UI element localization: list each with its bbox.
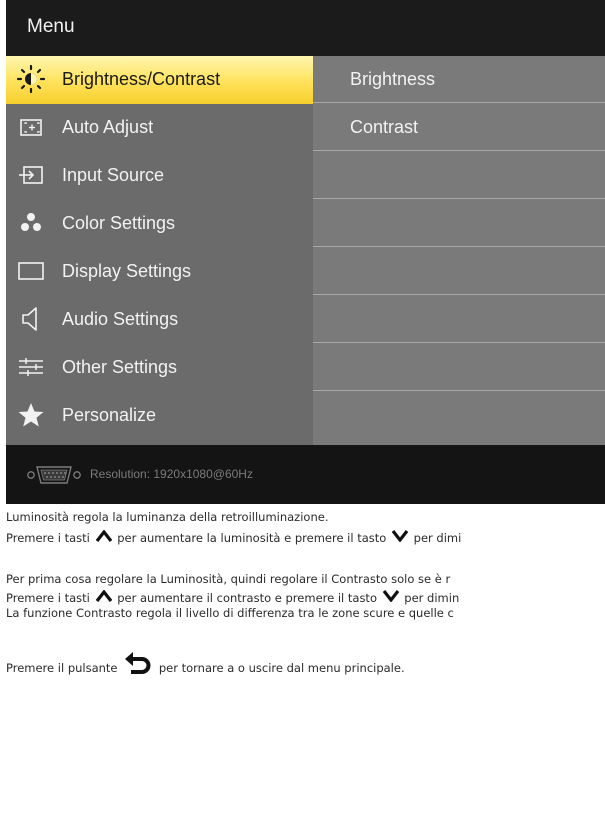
menu-item-audio-settings[interactable]: Audio Settings [6,296,313,344]
doc-line-back-button: Premere il pulsante per tornare a o usci… [6,650,405,675]
doc-text: Premere il pulsante [6,661,118,675]
doc-text: per aumentare la luminosità e [117,531,292,545]
doc-text: per dimin [404,591,460,605]
menu-label: Personalize [62,405,157,425]
arrow-up-icon [95,530,112,542]
personalize-icon [18,403,44,427]
osd-submenu: Brightness Contrast [313,56,605,445]
other-settings-icon [19,358,43,376]
audio-settings-icon [22,307,37,331]
doc-text: Premere i tasti [6,591,90,605]
submenu-item-contrast[interactable]: Contrast [313,104,605,151]
menu-label: Other Settings [62,357,178,377]
menu-label: Auto Adjust [62,117,154,137]
submenu-row-empty [313,152,605,199]
doc-line-brightness-keys: Premere i tasti per aumentare la luminos… [6,530,461,545]
doc-line-contrast-desc: La funzione Contrasto regola il livello … [6,606,454,620]
display-settings-icon [18,262,44,280]
doc-text: premere il tasto [294,531,387,545]
menu-label: Display Settings [62,261,192,281]
osd-title: Menu [27,16,75,37]
submenu-row-empty [313,296,605,343]
auto-adjust-icon [20,119,42,136]
osd-menu: Brightness/Contrast Auto Adjust Input So… [6,56,313,445]
doc-text: per tornare a o uscire dal menu principa… [158,661,405,675]
menu-label: Input Source [62,165,165,185]
submenu-item-brightness[interactable]: Brightness [313,56,605,103]
doc-line-brightness-desc: Luminosità regola la luminanza della ret… [6,510,328,524]
osd-panel: Menu Brightness/Contrast Auto Adjust Inp… [6,0,605,504]
menu-item-color-settings[interactable]: Color Settings [6,200,313,248]
submenu-row-empty [313,248,605,295]
arrow-up-icon [95,590,112,602]
menu-label: Audio Settings [62,309,179,329]
input-source-icon [19,166,43,184]
doc-text: Luminosità regola la luminanza della ret… [6,510,329,524]
resolution-text: Resolution: 1920x1080@60Hz [90,467,253,481]
doc-text: per aumentare il contrasto e premere il … [117,591,377,605]
doc-text: La funzione Contrasto regola il livello … [6,606,454,620]
color-settings-icon [21,213,41,231]
doc-text: Premere i tasti [6,531,90,545]
submenu-row-empty [313,344,605,391]
doc-text: Per prima cosa regolare la Luminosità, q… [6,572,451,586]
osd-footer: Resolution: 1920x1080@60Hz [6,445,605,504]
brightness-icon [16,64,46,94]
submenu-row-empty [313,200,605,247]
doc-line-contrast-intro: Per prima cosa regolare la Luminosità, q… [6,572,450,586]
arrow-down-icon [391,530,408,542]
menu-item-brightness-contrast[interactable]: Brightness/Contrast [6,56,313,104]
vga-connector-icon [27,466,81,484]
submenu-label: Brightness [350,69,436,89]
menu-label: Brightness/Contrast [62,69,221,89]
osd-header: Menu [6,0,605,56]
menu-item-display-settings[interactable]: Display Settings [6,248,313,296]
submenu-label: Contrast [350,117,419,137]
back-return-icon [125,652,151,674]
menu-item-personalize[interactable]: Personalize [6,392,313,440]
arrow-down-icon [382,590,399,602]
doc-text: per dimi [413,531,462,545]
menu-label: Color Settings [62,213,176,233]
menu-item-input-source[interactable]: Input Source [6,152,313,200]
submenu-row-empty [313,392,605,439]
doc-line-contrast-keys: Premere i tasti per aumentare il contras… [6,590,459,605]
menu-item-auto-adjust[interactable]: Auto Adjust [6,104,313,152]
menu-item-other-settings[interactable]: Other Settings [6,344,313,392]
